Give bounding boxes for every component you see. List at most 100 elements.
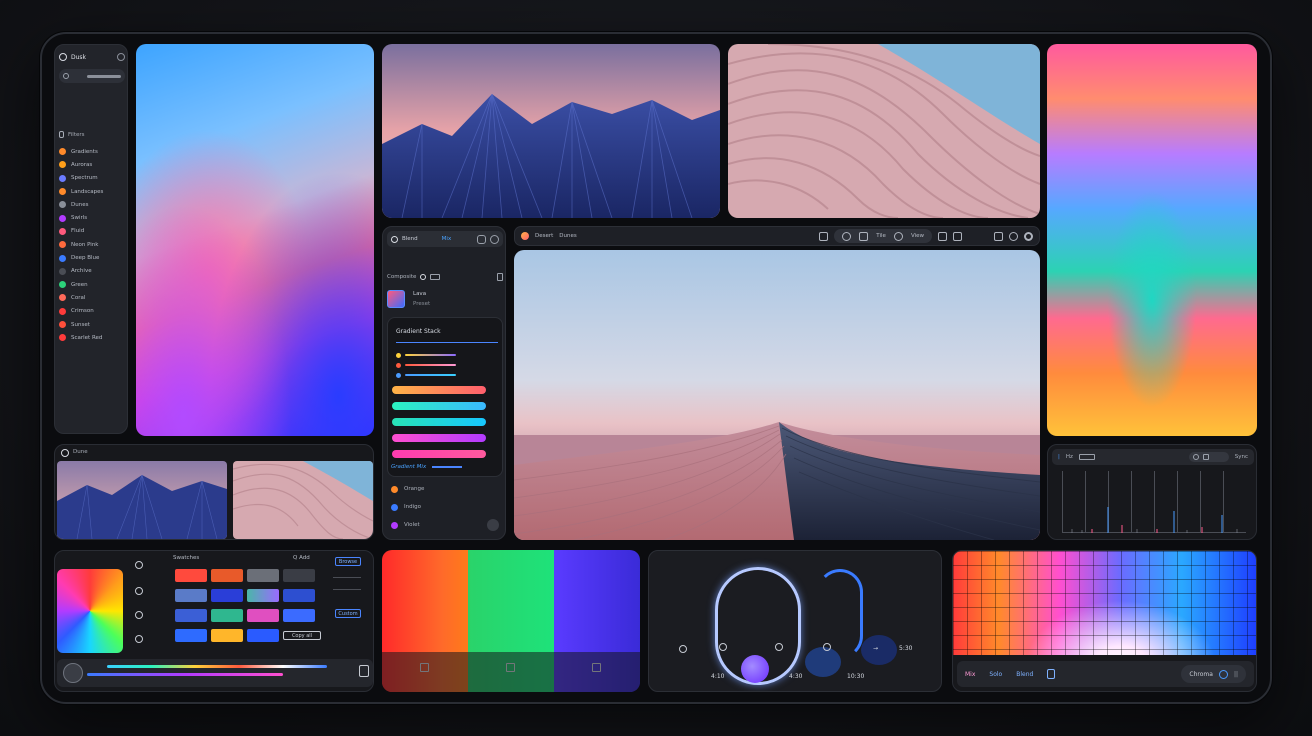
swatch-yellow[interactable] <box>211 629 243 642</box>
mode-solo[interactable]: Solo <box>989 671 1002 678</box>
undo-icon[interactable] <box>842 231 852 241</box>
scope-label-2[interactable]: Sync <box>1235 454 1248 460</box>
gradient-tile-blue-magenta[interactable] <box>136 44 374 436</box>
tile-label[interactable]: Tile <box>876 233 886 239</box>
target-icon[interactable] <box>1024 231 1033 241</box>
sidebar-item[interactable]: Auroras <box>59 158 125 171</box>
sidebar-item[interactable]: Deep Blue <box>59 251 125 264</box>
scope-controls[interactable] <box>1188 452 1229 462</box>
record-icon[interactable] <box>1009 231 1018 241</box>
sidebar-item[interactable]: Gradients <box>59 145 125 158</box>
options-icon[interactable] <box>490 234 499 244</box>
crop-icon[interactable] <box>859 231 869 241</box>
globe-icon[interactable] <box>893 231 903 241</box>
custom-button[interactable]: Custom <box>335 609 361 618</box>
color-wheel[interactable] <box>57 569 123 653</box>
radio-option-1[interactable] <box>135 561 143 569</box>
sidebar-item[interactable]: Scarlet Red <box>59 331 125 344</box>
swatch-royal[interactable] <box>175 609 207 622</box>
tab-mix[interactable]: Mix <box>442 236 452 242</box>
add-swatch-label[interactable]: Q Add <box>293 555 310 561</box>
sidebar-item[interactable]: Spectrum <box>59 172 125 185</box>
share-icon[interactable] <box>938 231 947 241</box>
search-input[interactable] <box>59 69 125 83</box>
pause-icon[interactable]: || <box>1234 671 1238 678</box>
gradient-bar-pink[interactable] <box>392 450 486 458</box>
radio-option-3[interactable] <box>135 611 143 619</box>
scope-icon[interactable] <box>1078 454 1095 460</box>
swatch-blue[interactable] <box>211 589 243 602</box>
mode-mix[interactable]: Mix <box>965 671 975 678</box>
dunes-tile[interactable] <box>382 44 720 218</box>
gradient-track-bottom[interactable] <box>87 673 283 676</box>
asset-row[interactable]: Lava Preset <box>387 287 503 311</box>
footer-item-orange[interactable]: Orange <box>387 481 503 497</box>
swatch-dark[interactable] <box>283 569 315 582</box>
chroma-pill[interactable]: Chroma || <box>1181 665 1246 683</box>
footer-item-violet[interactable]: Violet <box>387 517 503 533</box>
sidebar-item[interactable]: Archive <box>59 265 125 278</box>
layout-icon[interactable] <box>994 231 1003 241</box>
sidebar-item[interactable]: Neon Pink <box>59 238 125 251</box>
phone-icon[interactable] <box>953 231 962 241</box>
lock-icon[interactable] <box>497 273 503 281</box>
sidebar-item[interactable]: Fluid <box>59 225 125 238</box>
gradient-mix-link[interactable]: Gradient Mix <box>387 459 503 475</box>
main-canvas[interactable] <box>514 250 1040 540</box>
radio-small[interactable] <box>679 645 687 653</box>
swatch-green[interactable] <box>211 609 243 622</box>
toolbar-subtitle[interactable]: Dunes <box>559 233 576 239</box>
swatch-teal-violet[interactable] <box>247 589 279 602</box>
scope-ctrl-icon[interactable] <box>1202 454 1209 460</box>
swatch-red[interactable] <box>175 569 207 582</box>
swatch-bright-blue[interactable] <box>175 629 207 642</box>
scope-ctrl-icon[interactable] <box>1192 454 1199 460</box>
slider-blue[interactable] <box>396 372 456 378</box>
frame-icon[interactable] <box>430 274 441 280</box>
sidebar-item[interactable]: Crimson <box>59 305 125 318</box>
composite-row[interactable]: Composite <box>387 273 503 281</box>
lock-icon[interactable] <box>1047 669 1056 679</box>
gradient-bar-teal[interactable] <box>392 402 486 410</box>
slider-yellow[interactable] <box>396 352 456 358</box>
orb[interactable] <box>741 655 769 683</box>
swatch-magenta[interactable] <box>247 609 279 622</box>
preview-thumb-dunes[interactable] <box>57 461 227 539</box>
scope-label-1[interactable]: Hz <box>1066 454 1073 460</box>
swatch-azure[interactable] <box>283 609 315 622</box>
swirl-tile[interactable] <box>728 44 1040 218</box>
avatar[interactable] <box>63 663 83 683</box>
sidebar-item[interactable]: Swirls <box>59 211 125 224</box>
gradient-track-top[interactable] <box>107 665 327 668</box>
gradient-bar-magenta[interactable] <box>392 434 486 442</box>
mode-blend[interactable]: Blend <box>1016 671 1033 678</box>
sidebar-item[interactable]: Coral <box>59 291 125 304</box>
radio-option-2[interactable] <box>135 587 143 595</box>
toolbar-title[interactable]: Desert <box>535 233 553 239</box>
gradient-bar-cyan[interactable] <box>392 418 486 426</box>
preview-thumb-swirl[interactable] <box>233 461 373 539</box>
swatch-orange[interactable] <box>211 569 243 582</box>
sidebar-item[interactable]: Dunes <box>59 198 125 211</box>
swatch-steel[interactable] <box>175 589 207 602</box>
swatch-cobalt[interactable] <box>283 589 315 602</box>
slider-red[interactable] <box>396 362 456 368</box>
more-icon[interactable] <box>487 519 499 531</box>
gradient-bar-orange[interactable] <box>392 386 486 394</box>
radio-small[interactable] <box>719 643 727 651</box>
export-icon[interactable] <box>359 665 369 677</box>
copy-all-button[interactable]: Copy all <box>283 631 321 640</box>
sidebar-item[interactable]: Landscapes <box>59 185 125 198</box>
radio-small[interactable] <box>775 643 783 651</box>
swatch-gray[interactable] <box>247 569 279 582</box>
radio-option-4[interactable] <box>135 635 143 643</box>
swatch-ultramarine[interactable] <box>247 629 279 642</box>
view-label[interactable]: View <box>911 233 924 239</box>
gradient-tile-rainbow[interactable] <box>1047 44 1257 436</box>
settings-icon[interactable] <box>117 53 125 61</box>
grid-icon[interactable] <box>819 231 829 241</box>
footer-item-indigo[interactable]: Indigo <box>387 499 503 515</box>
toggle-icon[interactable] <box>420 274 427 280</box>
sidebar-item[interactable]: Green <box>59 278 125 291</box>
filters-section[interactable]: Filters <box>59 131 85 138</box>
